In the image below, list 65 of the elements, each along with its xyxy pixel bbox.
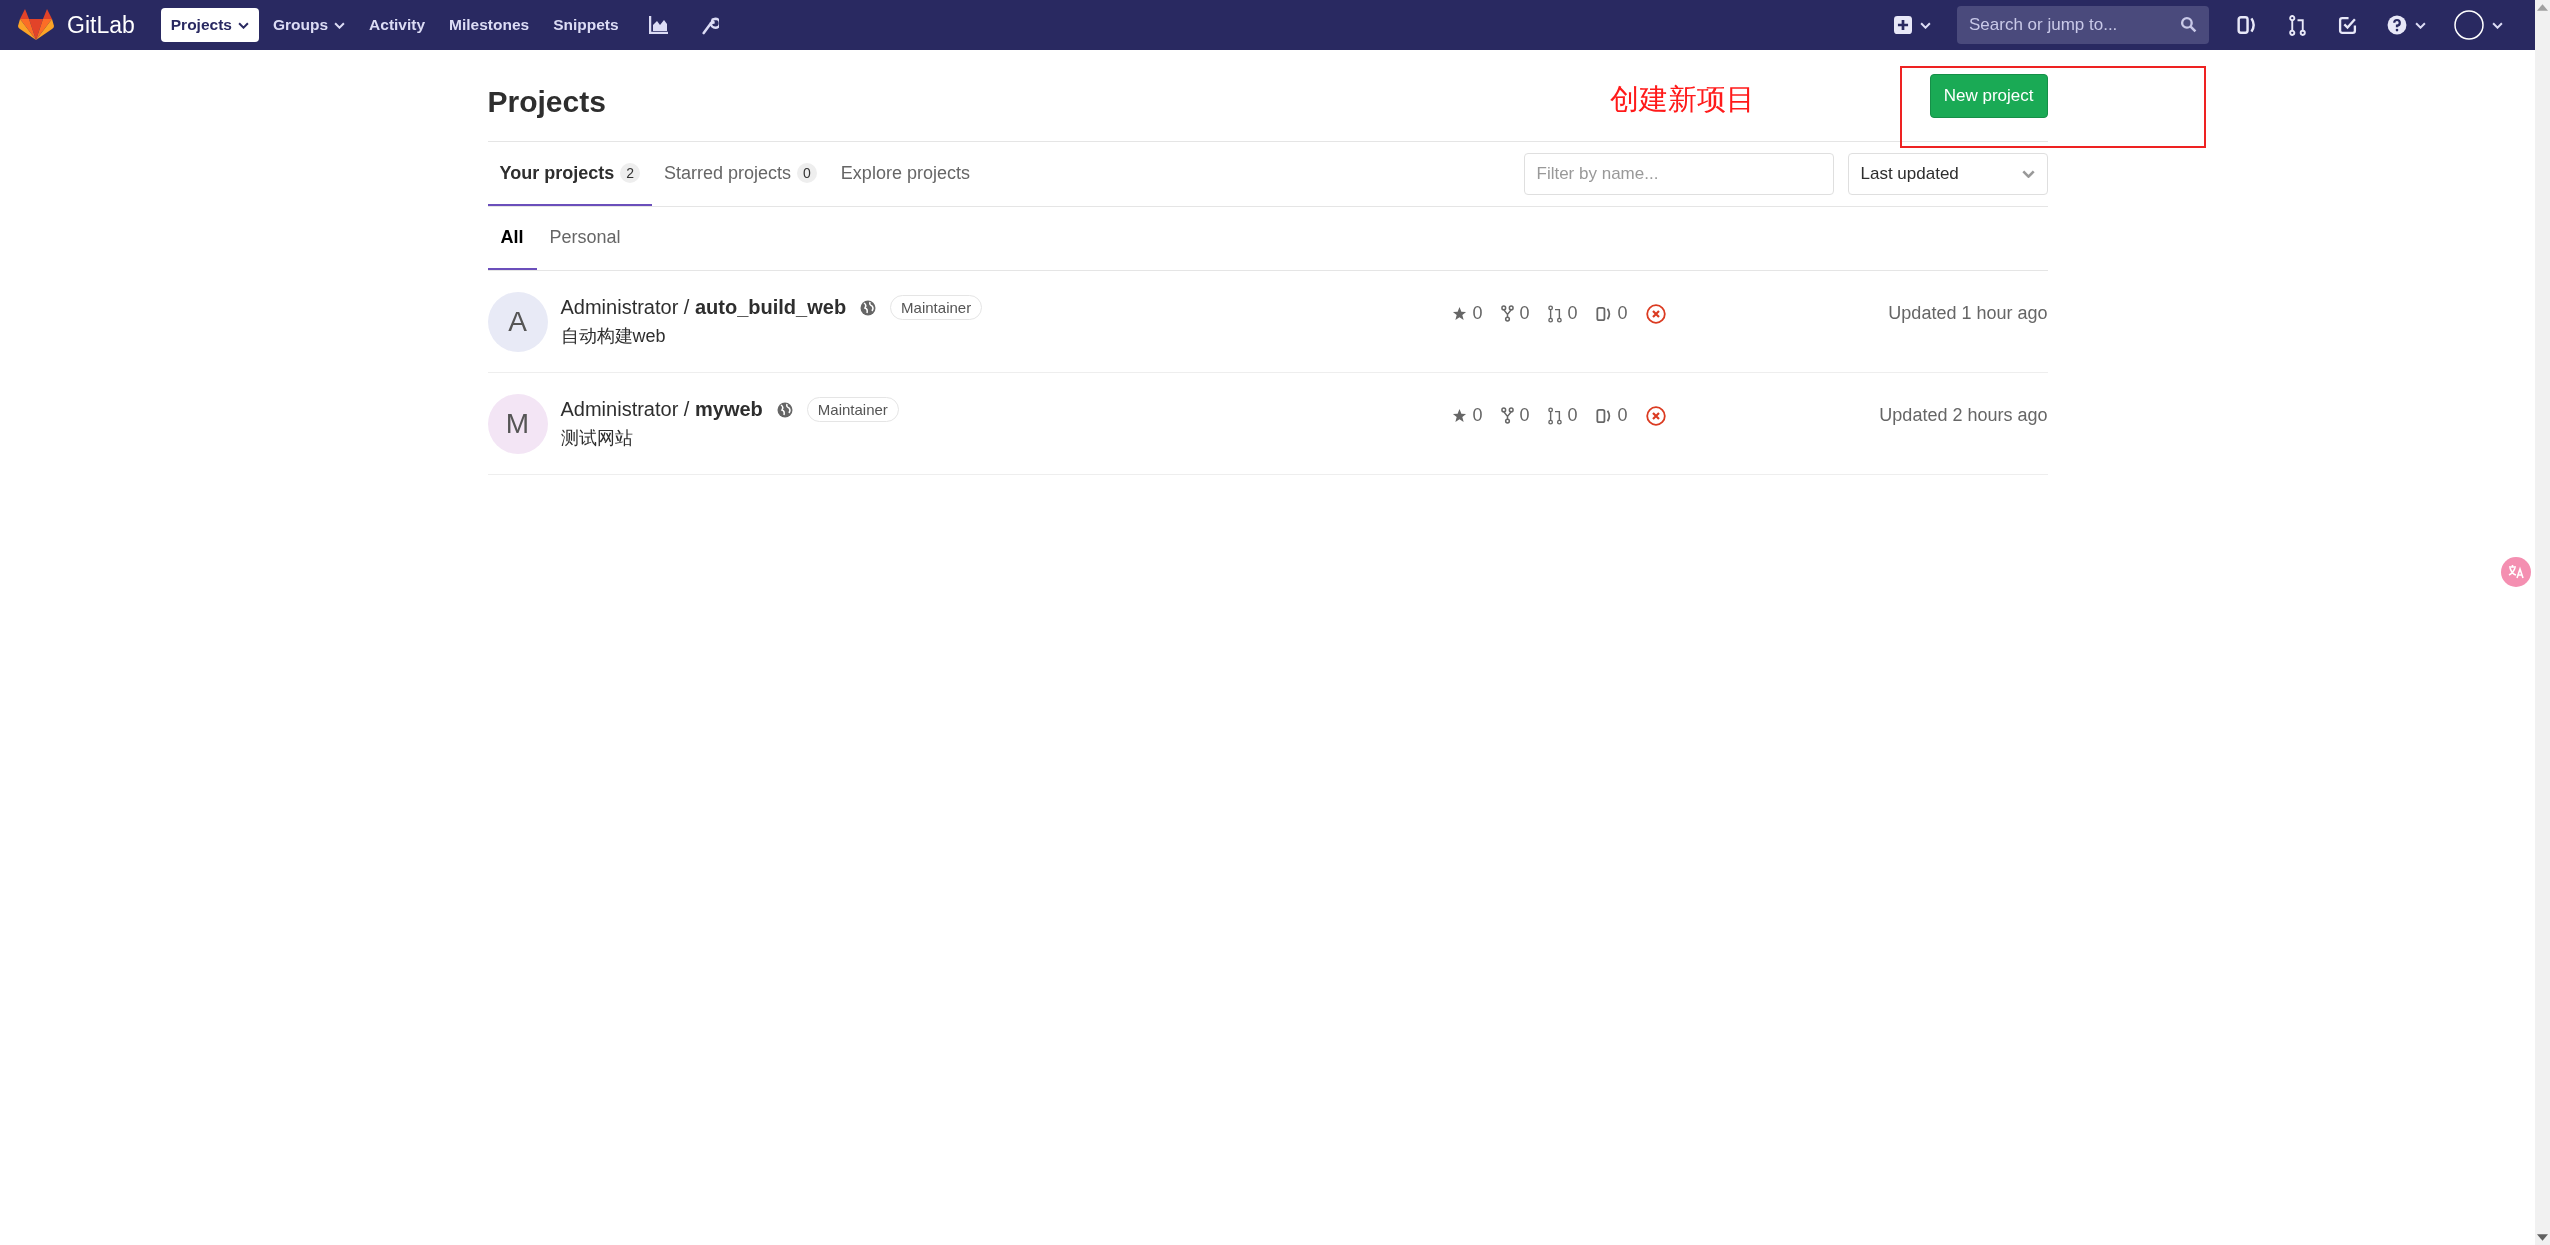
tab[interactable]: Starred projects 0 xyxy=(652,142,829,206)
user-menu-button[interactable] xyxy=(2454,10,2503,40)
nav-link[interactable]: Projects xyxy=(160,8,259,42)
merge-request-icon xyxy=(1547,304,1562,323)
merge-request-count: 0 xyxy=(1567,405,1578,426)
nav-link[interactable]: Snippets xyxy=(543,8,629,42)
nav-link[interactable]: Groups xyxy=(262,8,356,42)
issue-count: 0 xyxy=(1617,303,1628,324)
updated-time: Updated 2 hours ago xyxy=(1879,405,2048,426)
project-description: 测试网站 xyxy=(560,427,634,450)
avatar-circle-icon xyxy=(2454,10,2484,40)
wrench-icon[interactable] xyxy=(700,14,719,36)
nav-link[interactable]: Milestones xyxy=(439,8,540,42)
count-badge: 2 xyxy=(620,163,640,183)
fox-logo-icon[interactable] xyxy=(18,9,54,41)
globe-icon xyxy=(860,299,877,316)
project-avatar[interactable]: A xyxy=(487,291,548,352)
merge-request-icon xyxy=(1547,406,1562,425)
project-name-link[interactable]: Administrator / auto_build_web xyxy=(560,296,847,319)
fork-count: 0 xyxy=(1519,405,1530,426)
plus-icon xyxy=(1894,16,1912,34)
project-name-link[interactable]: Administrator / myweb xyxy=(560,398,763,421)
page-title: Projects xyxy=(487,84,606,119)
filter-tab[interactable]: All xyxy=(487,207,537,270)
merge-request-count: 0 xyxy=(1567,303,1578,324)
search-field[interactable]: Search or jump to... xyxy=(1957,6,2209,44)
fork-count: 0 xyxy=(1519,303,1530,324)
sort-dropdown[interactable]: Last updated xyxy=(1847,153,2048,195)
help-icon xyxy=(2387,15,2407,35)
new-menu-button[interactable] xyxy=(1894,16,1931,34)
nav-link[interactable]: Activity xyxy=(359,8,436,42)
issues-icon[interactable] xyxy=(2237,15,2257,35)
filter-tab[interactable]: Personal xyxy=(536,207,634,270)
globe-icon xyxy=(776,401,793,418)
tab[interactable]: Your projects 2 xyxy=(487,142,652,206)
project-description: 自动构建web xyxy=(560,325,667,348)
caret-icon xyxy=(2021,170,2035,178)
tab[interactable]: Explore projects xyxy=(828,142,982,206)
caret-icon xyxy=(2492,21,2503,29)
fork-icon xyxy=(1500,305,1514,322)
failed-status-icon[interactable] xyxy=(1645,405,1666,426)
star-count: 0 xyxy=(1472,303,1483,324)
count-badge: 0 xyxy=(797,163,817,183)
scroll-down-icon[interactable] xyxy=(2537,1234,2548,1241)
help-menu-button[interactable] xyxy=(2387,15,2426,35)
annotation-text: 创建新项目 xyxy=(1609,82,1755,117)
star-icon xyxy=(1451,408,1467,423)
scrollbar[interactable] xyxy=(2535,0,2550,1245)
fork-icon xyxy=(1500,407,1514,424)
updated-time: Updated 1 hour ago xyxy=(1888,303,2048,324)
search-icon xyxy=(2180,16,2197,33)
star-count: 0 xyxy=(1472,405,1483,426)
caret-icon xyxy=(2415,21,2426,29)
merge-request-icon[interactable] xyxy=(2289,14,2306,36)
issues-icon xyxy=(1595,305,1612,322)
filter-field[interactable]: Filter by name... xyxy=(1523,153,1834,195)
todo-check-icon[interactable] xyxy=(2338,15,2357,35)
failed-status-icon[interactable] xyxy=(1645,303,1666,324)
caret-icon xyxy=(1920,21,1931,29)
issues-icon xyxy=(1595,407,1612,424)
issue-count: 0 xyxy=(1617,405,1628,426)
project-avatar[interactable]: M xyxy=(487,393,548,454)
chart-icon[interactable] xyxy=(648,16,669,34)
brand-link[interactable]: GitLab xyxy=(67,11,135,39)
star-icon xyxy=(1451,306,1467,321)
